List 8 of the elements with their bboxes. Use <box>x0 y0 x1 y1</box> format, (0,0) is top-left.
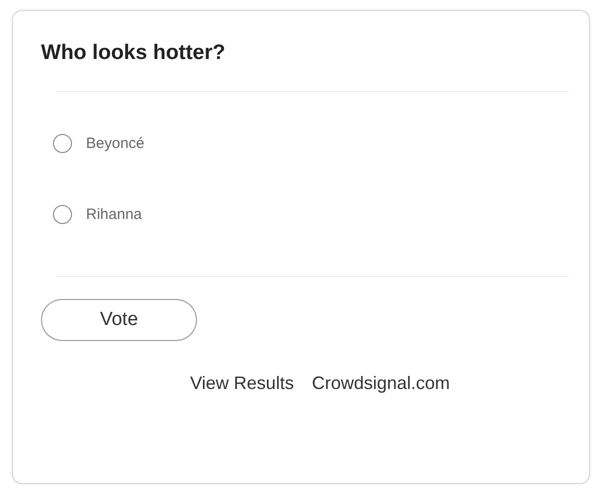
vote-button[interactable]: Vote <box>41 299 197 341</box>
radio-button[interactable] <box>53 205 72 224</box>
footer-link[interactable]: Crowdsignal.com <box>312 373 450 394</box>
poll-question: Who looks hotter? <box>41 41 226 65</box>
option-label[interactable]: Rihanna <box>86 206 142 223</box>
footer-link[interactable]: View Results <box>190 373 294 394</box>
option-label[interactable]: Beyoncé <box>86 135 144 152</box>
radio-button[interactable] <box>53 134 72 153</box>
